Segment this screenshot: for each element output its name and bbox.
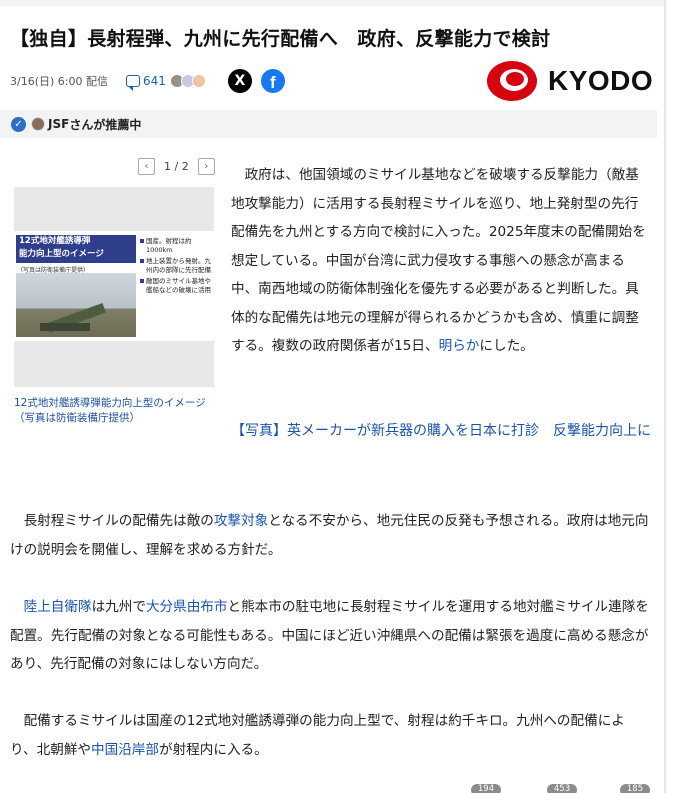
avatar — [31, 117, 45, 131]
recommend-bar[interactable]: ✓ JSF さんが推薦中 — [0, 110, 657, 138]
publisher-logo[interactable]: KYODO — [486, 60, 653, 102]
photo-title-line: 能力向上型のイメージ — [19, 249, 104, 259]
top-strip — [0, 0, 664, 6]
recommend-label: さんが推薦中 — [69, 117, 142, 132]
publish-date: 3/16(日) 6:00 配信 — [10, 75, 108, 88]
gallery-pager: ‹ 1 / 2 › — [138, 158, 215, 175]
comment-icon[interactable] — [125, 75, 140, 91]
gallery-page-indicator: 1 / 2 — [164, 160, 189, 173]
inline-link[interactable]: 大分県由布市 — [146, 599, 228, 615]
inline-link[interactable]: 攻撃対象 — [214, 513, 268, 529]
reaction-bar: 194 453 185 — [0, 784, 664, 793]
body-paragraph-4: 配備するミサイルは国産の12式地対艦誘導弾の能力向上型で、射程は約千キロ。九州へ… — [10, 707, 650, 764]
facebook-share-icon[interactable]: f — [260, 69, 285, 93]
avatar — [191, 74, 206, 88]
photo-title: 12式地対艦誘導弾 能力向上型のイメージ — [16, 235, 136, 263]
paragraph-text: にした。 — [479, 338, 534, 354]
inline-link[interactable]: 陸上自衛隊 — [24, 599, 92, 615]
photo-image[interactable]: 12式地対艦誘導弾 能力向上型のイメージ （写真は防衛装備庁提供） 国産。射程は… — [14, 231, 214, 341]
inline-link[interactable]: 明らか — [439, 338, 480, 354]
body-paragraph-2: 長射程ミサイルの配備先は敵の攻撃対象となる不安から、地元住民の反発も予想される。… — [10, 507, 650, 564]
article-title: 【独自】長射程弾、九州に先行配備へ 政府、反撃能力で検討 — [10, 28, 551, 50]
body-paragraph-1: 政府は、他国領域のミサイル基地などを破壊する反撃能力（敵基地攻撃能力）に活用する… — [231, 161, 651, 361]
publisher-name: KYODO — [548, 65, 654, 96]
paragraph-text: 政府は、他国領域のミサイル基地などを破壊する反撃能力（敵基地攻撃能力）に活用する… — [231, 167, 646, 354]
related-article-link[interactable]: 【写真】英メーカーが新兵器の購入を日本に打診 反撃能力向上に — [231, 418, 651, 444]
photo-bullets: 国産。射程は約1000km 地上装置から発射。九州内の部隊に先行配備 敵国のミサ… — [140, 237, 214, 297]
verified-check-icon: ✓ — [11, 116, 26, 132]
paragraph-text: 長射程ミサイルの配備先は敵の — [10, 513, 214, 529]
article-photo[interactable]: 12式地対艦誘導弾 能力向上型のイメージ （写真は防衛装備庁提供） 国産。射程は… — [14, 187, 214, 387]
paragraph-text — [10, 599, 24, 615]
x-share-icon[interactable]: X — [227, 69, 252, 93]
reaction-count-badge[interactable]: 185 — [620, 784, 650, 793]
next-image-button[interactable]: › — [197, 158, 215, 175]
prev-image-button[interactable]: ‹ — [138, 158, 155, 175]
kyodo-emblem-icon — [487, 61, 537, 101]
scrollbar-track[interactable] — [664, 0, 666, 793]
inline-link[interactable]: 中国沿岸部 — [91, 742, 159, 758]
commenter-avatars — [169, 74, 206, 88]
recommend-user[interactable]: JSF — [48, 117, 69, 131]
article-meta: 3/16(日) 6:00 配信 641 X f — [10, 66, 285, 96]
truck-shape — [40, 323, 90, 331]
photo-title-line: 12式地対艦誘導弾 — [19, 236, 91, 246]
photo-caption[interactable]: 12式地対艦誘導弾能力向上型のイメージ（写真は防衛装備庁提供） — [14, 396, 216, 426]
comment-count[interactable]: 641 — [143, 74, 166, 88]
paragraph-text: が射程内に入る。 — [159, 741, 268, 758]
reaction-count-badge[interactable]: 453 — [547, 784, 577, 793]
paragraph-text: は九州で — [91, 599, 146, 615]
missile-launcher-picture — [16, 273, 136, 337]
photo-bullet: 国産。射程は約1000km — [140, 237, 214, 254]
photo-bullet: 敵国のミサイル基地や艦船などの破壊に活用 — [140, 277, 214, 294]
reaction-count-badge[interactable]: 194 — [471, 784, 501, 793]
body-paragraph-3: 陸上自衛隊は九州で大分県由布市と熊本市の駐屯地に長射程ミサイルを運用する地対艦ミ… — [10, 593, 650, 679]
photo-bullet: 地上装置から発射。九州内の部隊に先行配備 — [140, 257, 214, 274]
